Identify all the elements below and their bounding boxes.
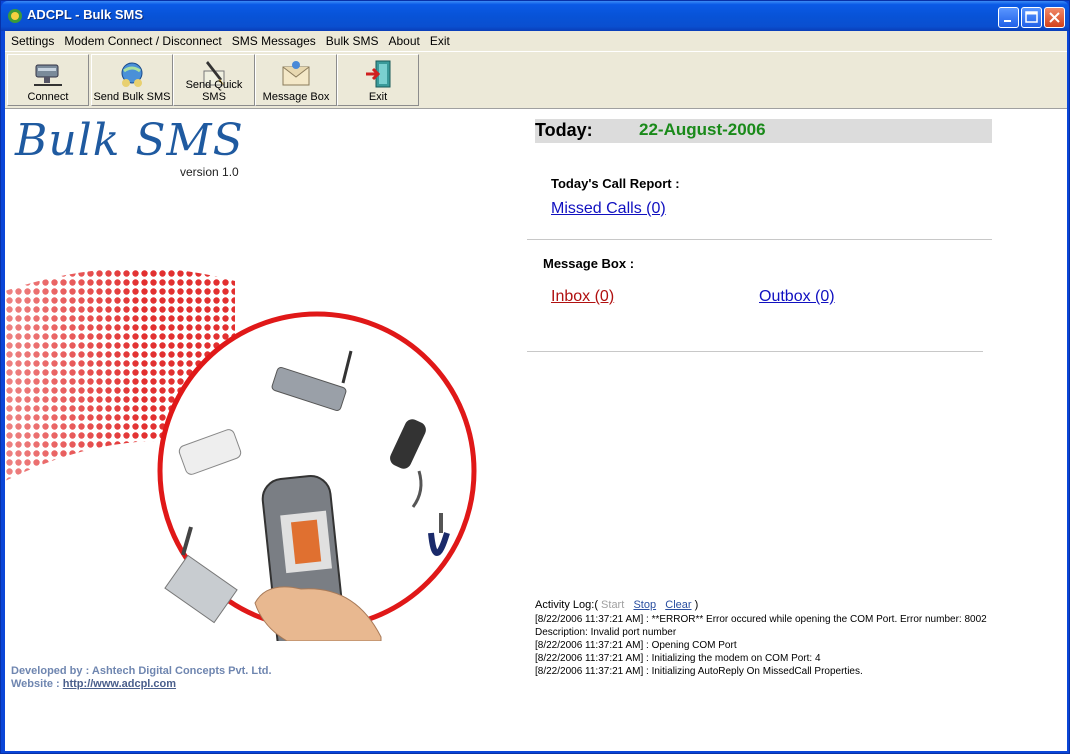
menu-sms-messages[interactable]: SMS Messages — [228, 34, 322, 48]
menu-bulk-sms[interactable]: Bulk SMS — [322, 34, 385, 48]
bulk-sms-logo: Bulk SMS — [15, 115, 244, 166]
developer-credit: Developed by : Ashtech Digital Concepts … — [11, 665, 272, 677]
minimize-icon — [1004, 20, 1011, 22]
app-window: ADCPL - Bulk SMS Settings Modem Connect … — [0, 0, 1070, 754]
today-date: 22-August-2006 — [639, 120, 766, 139]
log-entry: [8/22/2006 11:37:21 AM] : Initializing t… — [535, 653, 821, 664]
activity-log-header: Activity Log:( Start Stop Clear ) — [535, 599, 1005, 611]
call-report-label: Today's Call Report : — [551, 176, 680, 191]
version-label: version 1.0 — [180, 165, 239, 179]
exit-icon — [366, 60, 391, 88]
activity-log-label: Activity Log: — [535, 599, 595, 611]
log-entry: [8/22/2006 11:37:21 AM] : Initializing A… — [535, 666, 863, 677]
today-bar: Today: 22-August-2006 — [535, 119, 992, 143]
minimize-button[interactable] — [998, 7, 1019, 28]
close-button[interactable] — [1044, 7, 1065, 28]
message-box-icon — [282, 61, 310, 86]
website-line: Website : http://www.adcpl.com — [11, 678, 176, 690]
divider — [527, 351, 983, 352]
paren-open: ( — [594, 599, 598, 611]
toolbar: Connect Send Bulk SMS Send Quick SMS Mes… — [5, 51, 1067, 109]
send-quick-sms-label: Send Quick SMS — [185, 79, 243, 103]
log-clear-link[interactable]: Clear — [665, 599, 691, 611]
paren-close: ) — [694, 599, 699, 611]
maximize-icon — [1025, 11, 1038, 23]
maximize-button[interactable] — [1021, 7, 1042, 28]
log-entry: [8/22/2006 11:37:21 AM] : Opening COM Po… — [535, 640, 737, 651]
exit-label: Exit — [368, 91, 388, 103]
menu-exit[interactable]: Exit — [426, 34, 456, 48]
close-icon — [1049, 12, 1060, 23]
message-box-button[interactable]: Message Box — [255, 54, 337, 106]
website-label: Website : — [11, 678, 60, 690]
log-entry: [8/22/2006 11:37:21 AM] : **ERROR** Erro… — [535, 614, 990, 638]
menu-modem-connect[interactable]: Modem Connect / Disconnect — [60, 34, 227, 48]
exit-button[interactable]: Exit — [337, 54, 419, 106]
log-stop-link[interactable]: Stop — [633, 599, 656, 611]
app-icon — [8, 9, 22, 23]
outbox-link[interactable]: Outbox (0) — [759, 288, 835, 306]
connect-icon — [34, 64, 62, 86]
send-quick-sms-button[interactable]: Send Quick SMS — [173, 54, 255, 106]
main-content: Bulk SMS version 1.0 Developed by: Asht… — [5, 111, 1067, 751]
menu-about[interactable]: About — [384, 34, 425, 48]
log-start-link: Start — [601, 599, 625, 611]
missed-calls-link[interactable]: Missed Calls (0) — [551, 200, 666, 218]
message-box-label: Message Box — [262, 91, 330, 103]
connect-label: Connect — [27, 91, 69, 103]
divider — [527, 239, 992, 240]
client-area: Settings Modem Connect / Disconnect SMS … — [5, 31, 1067, 751]
connect-button[interactable]: Connect — [7, 54, 89, 106]
today-label: Today: — [535, 120, 593, 140]
menu-settings[interactable]: Settings — [7, 34, 60, 48]
hero-illustration — [5, 268, 477, 641]
send-bulk-sms-button[interactable]: Send Bulk SMS — [91, 54, 173, 106]
send-bulk-sms-label: Send Bulk SMS — [93, 91, 171, 103]
window-title: ADCPL - Bulk SMS — [27, 7, 144, 22]
message-box-section-label: Message Box : — [543, 256, 635, 271]
website-link[interactable]: http://www.adcpl.com — [63, 678, 176, 690]
menu-bar: Settings Modem Connect / Disconnect SMS … — [5, 31, 1067, 51]
activity-log: Activity Log:( Start Stop Clear ) [8/22/… — [535, 599, 1005, 678]
title-bar[interactable]: ADCPL - Bulk SMS — [1, 1, 1069, 31]
inbox-link[interactable]: Inbox (0) — [551, 288, 614, 306]
send-bulk-sms-icon — [121, 62, 143, 87]
